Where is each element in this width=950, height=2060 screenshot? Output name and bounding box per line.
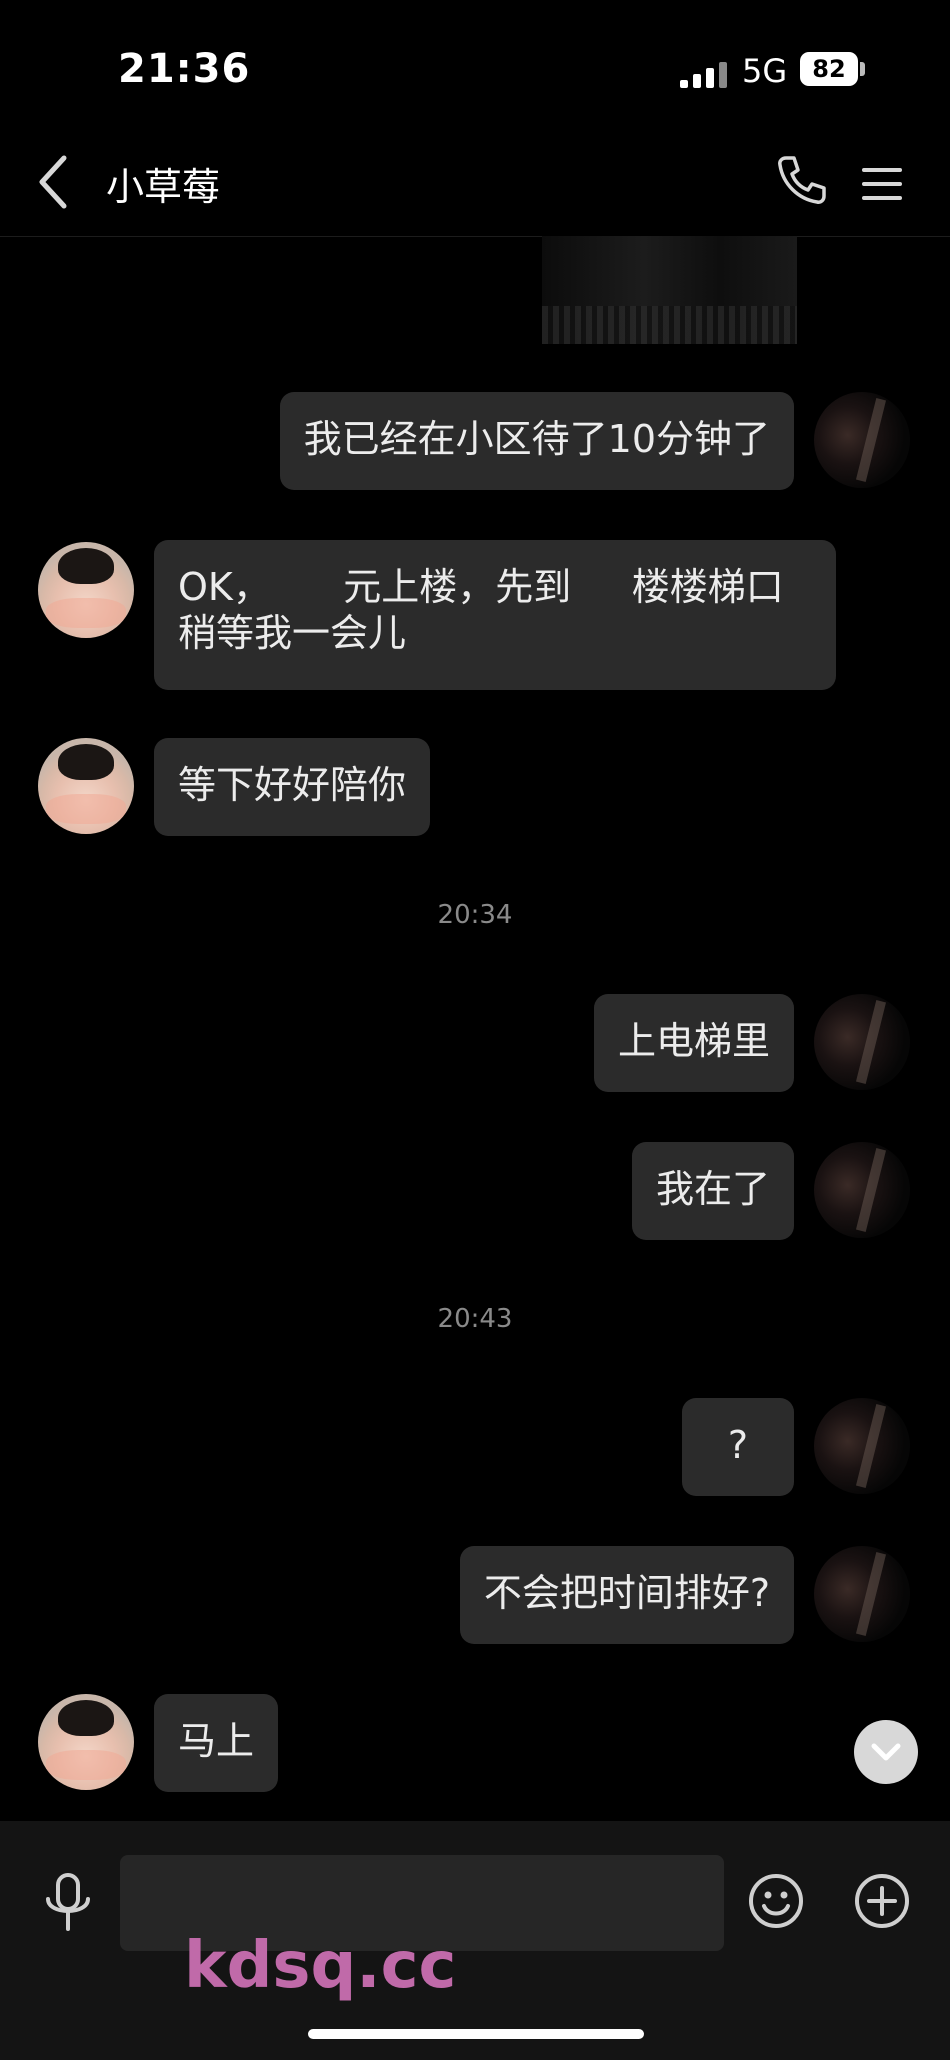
avatar[interactable] [38,738,134,834]
chat-title: 小草莓 [106,165,221,209]
image-message-fragment[interactable] [542,236,797,344]
chevron-down-icon [871,1743,901,1761]
watermark: kdsq.cc [184,1929,457,2003]
emoji-icon[interactable] [748,1873,804,1929]
message-bubble-sent[interactable]: 我已经在小区待了10分钟了 [279,392,794,490]
avatar[interactable] [814,994,910,1090]
chat-header: 小草莓 [0,130,950,237]
message-bubble-received[interactable]: 等下好好陪你 [154,738,431,836]
menu-icon[interactable] [860,164,904,204]
timestamp: 20:34 [437,900,513,930]
message-bubble-sent[interactable]: ? [682,1398,794,1496]
status-bar: 21:36 5G 82 [0,0,950,130]
battery-tip [860,62,865,76]
network-type: 5G [742,52,788,90]
timestamp: 20:43 [437,1304,513,1334]
message-bubble-sent[interactable]: 我在了 [631,1142,794,1240]
message-bubble-sent[interactable]: 上电梯里 [593,994,794,1092]
avatar[interactable] [814,1546,910,1642]
avatar[interactable] [38,542,134,638]
message-bubble-received[interactable]: OK， 元上楼，先到 楼楼梯口 稍等我一会儿 [154,540,836,690]
message-bubble-received[interactable]: 马上 [154,1694,279,1792]
back-icon[interactable] [34,152,74,212]
mic-icon[interactable] [40,1871,96,1935]
avatar[interactable] [814,1398,910,1494]
avatar[interactable] [814,1142,910,1238]
message-bubble-sent[interactable]: 不会把时间排好? [459,1546,794,1644]
battery-level: 82 [800,52,858,86]
input-bar: kdsq.cc [0,1821,950,2060]
avatar[interactable] [814,392,910,488]
signal-icon [680,62,727,88]
home-indicator[interactable] [308,2029,644,2039]
status-time: 21:36 [118,46,251,92]
scroll-to-bottom-button[interactable] [854,1720,918,1784]
phone-icon[interactable] [776,154,828,206]
plus-icon[interactable] [854,1873,910,1929]
chat-list[interactable]: 我已经在小区待了10分钟了 OK， 元上楼，先到 楼楼梯口 稍等我一会儿 等下好… [0,236,950,1821]
avatar[interactable] [38,1694,134,1790]
